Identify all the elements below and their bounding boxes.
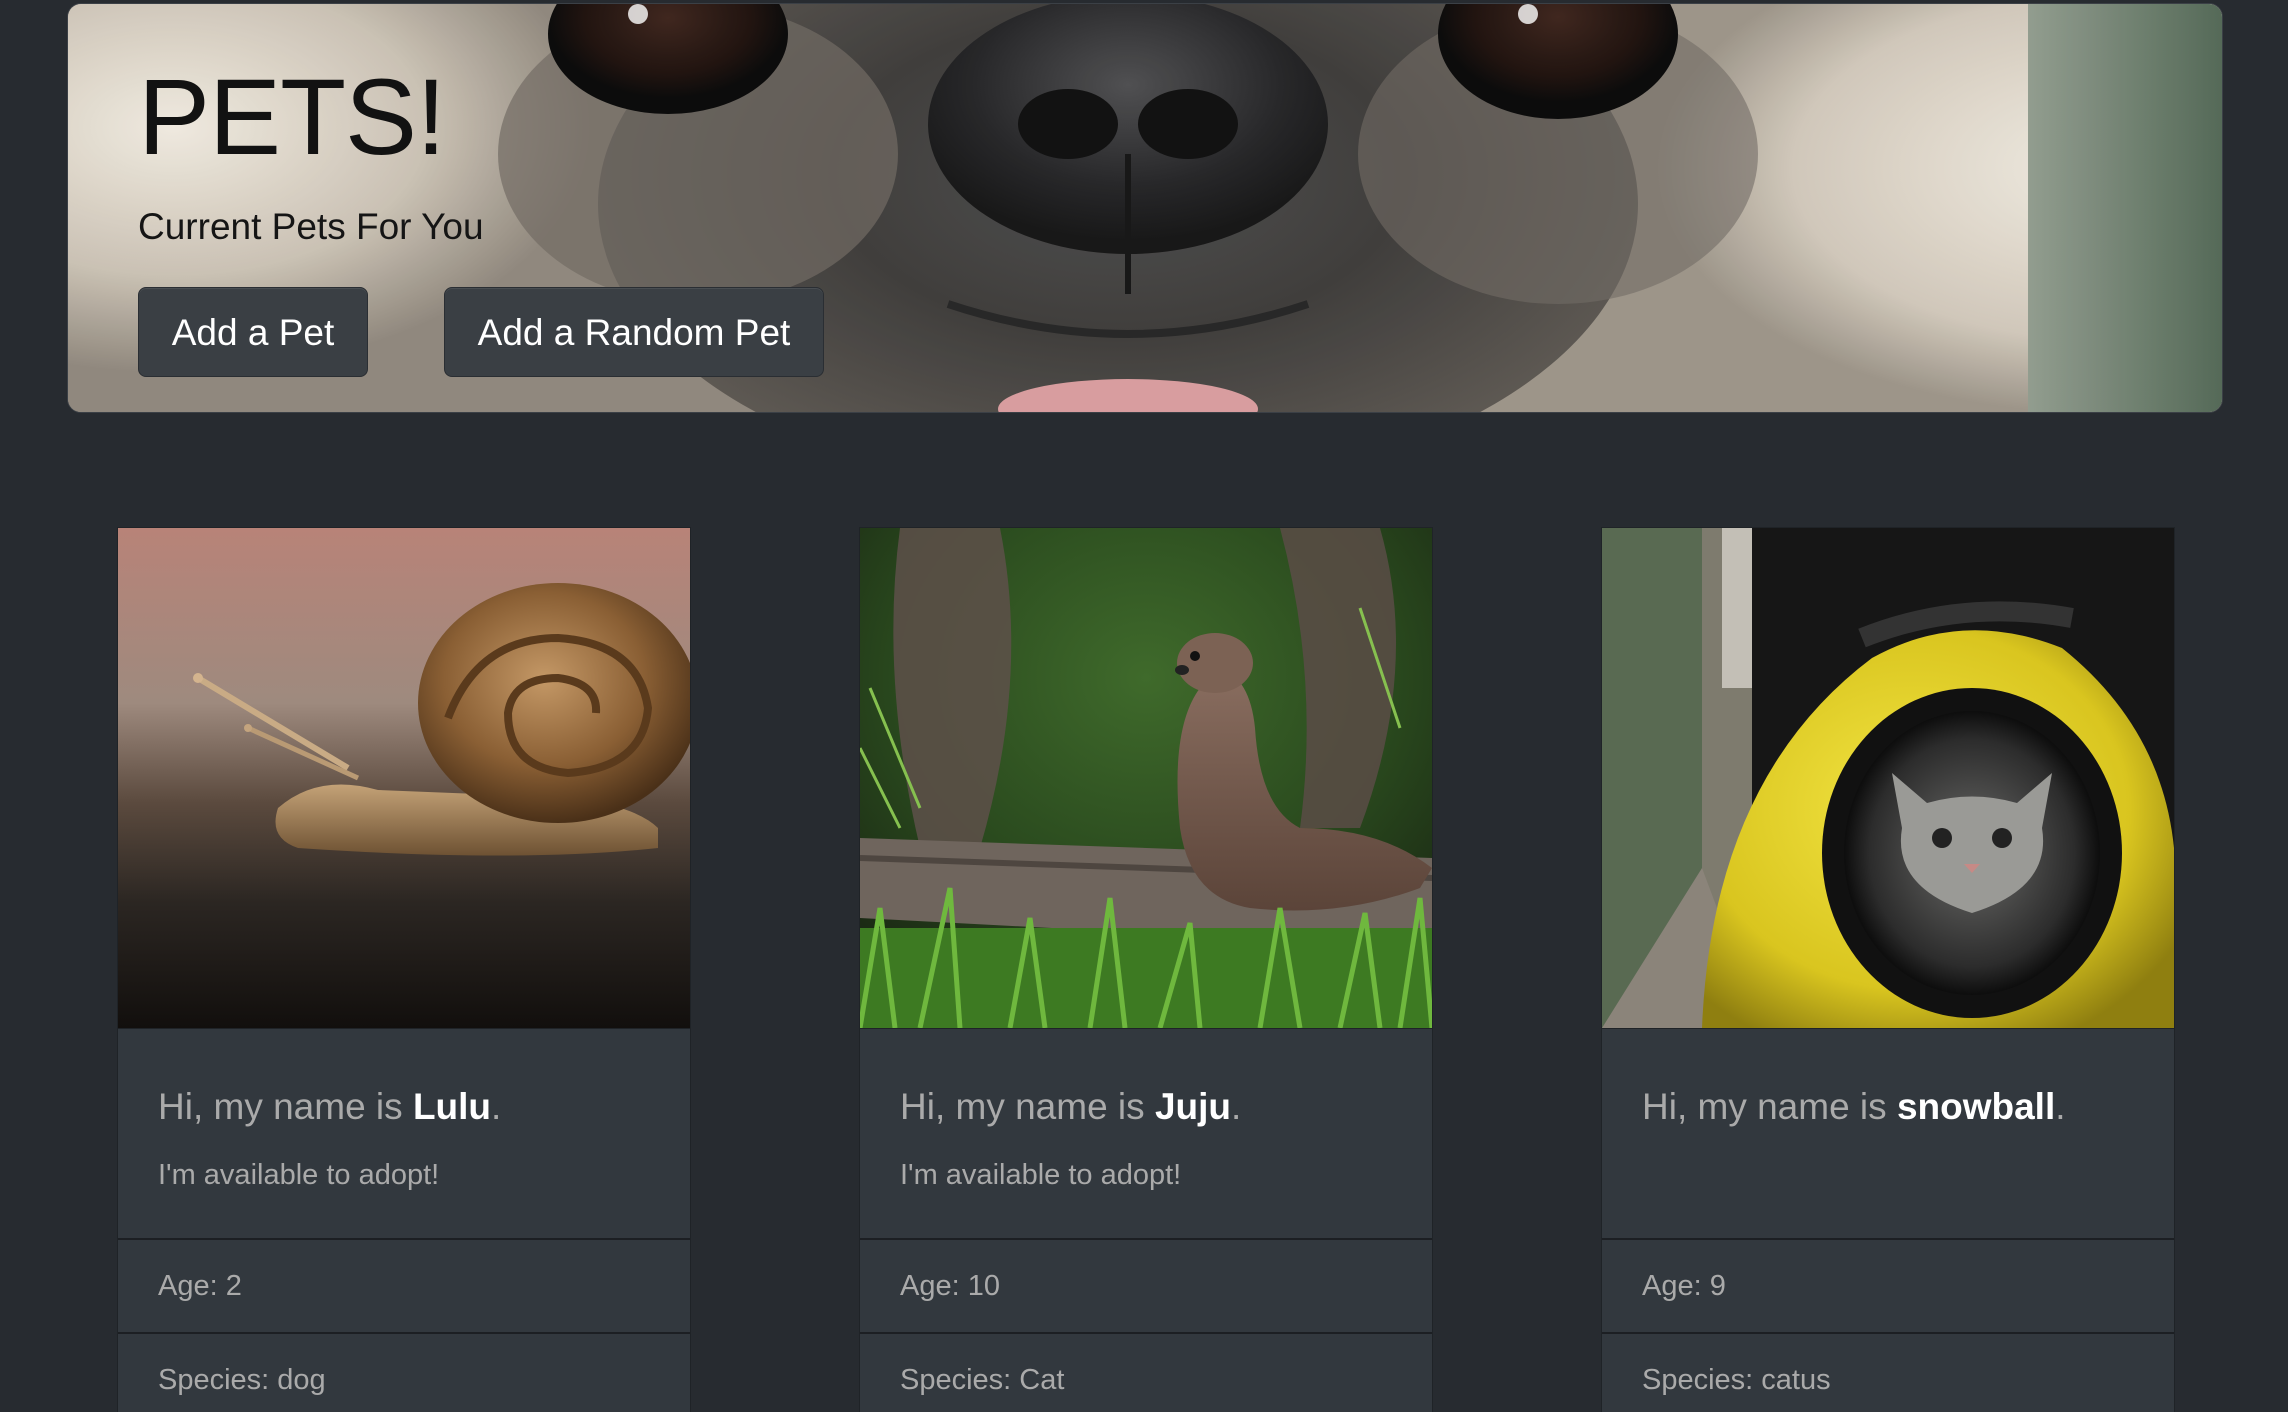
pet-species-item: Species: dog: [118, 1332, 690, 1412]
pet-card: Hi, my name is Lulu. I'm available to ad…: [117, 527, 691, 1412]
greeting-punct: .: [1231, 1086, 1242, 1127]
page-subtitle: Current Pets For You: [138, 206, 484, 247]
page-title: PETS!: [138, 56, 446, 177]
pet-card: Hi, my name is snowball. Age: 9 Species:…: [1601, 527, 2175, 1412]
pet-species: Species: catus: [1642, 1364, 1831, 1396]
pet-status: I'm available to adopt!: [900, 1159, 1182, 1191]
pet-age-item: Age: 10: [860, 1238, 1432, 1332]
pet-greeting: Hi, my name is snowball.: [1642, 1084, 2066, 1130]
pet-species-item: Species: catus: [1602, 1332, 2174, 1412]
page: PETS! Current Pets For You Add a Pet Add…: [0, 0, 2288, 1412]
card-body: Hi, my name is Lulu. I'm available to ad…: [118, 1028, 690, 1238]
pet-photo-otter: [860, 528, 1432, 1028]
pet-name: snowball: [1896, 1086, 2056, 1127]
hero-header: PETS! Current Pets For You Add a Pet Add…: [67, 3, 2223, 413]
pet-age: Age: 9: [1642, 1270, 1726, 1302]
card-body: Hi, my name is Juju. I'm available to ad…: [860, 1028, 1432, 1238]
pet-name: Juju: [1154, 1086, 1231, 1127]
pet-greeting: Hi, my name is Juju.: [900, 1084, 1241, 1130]
pet-photo-cat-backpack: [1602, 528, 2174, 1028]
pet-card: Hi, my name is Juju. I'm available to ad…: [859, 527, 1433, 1412]
greeting-text: Hi, my name is: [1642, 1086, 1897, 1127]
pet-photo-snail: [118, 528, 690, 1028]
greeting-punct: .: [2055, 1086, 2066, 1127]
pet-greeting: Hi, my name is Lulu.: [158, 1084, 501, 1130]
pet-status: I'm available to adopt!: [158, 1159, 440, 1191]
pet-age: Age: 10: [900, 1270, 1000, 1302]
card-body: Hi, my name is snowball.: [1602, 1028, 2174, 1238]
add-random-pet-button[interactable]: Add a Random Pet: [444, 287, 824, 377]
pet-age-item: Age: 2: [118, 1238, 690, 1332]
greeting-text: Hi, my name is: [158, 1086, 413, 1127]
pet-species-item: Species: Cat: [860, 1332, 1432, 1412]
pet-age: Age: 2: [158, 1270, 242, 1302]
pet-species: Species: dog: [158, 1364, 326, 1396]
greeting-punct: .: [491, 1086, 502, 1127]
greeting-text: Hi, my name is: [900, 1086, 1155, 1127]
add-pet-button[interactable]: Add a Pet: [138, 287, 368, 377]
pet-age-item: Age: 9: [1602, 1238, 2174, 1332]
pet-name: Lulu: [412, 1086, 492, 1127]
pet-species: Species: Cat: [900, 1364, 1065, 1396]
